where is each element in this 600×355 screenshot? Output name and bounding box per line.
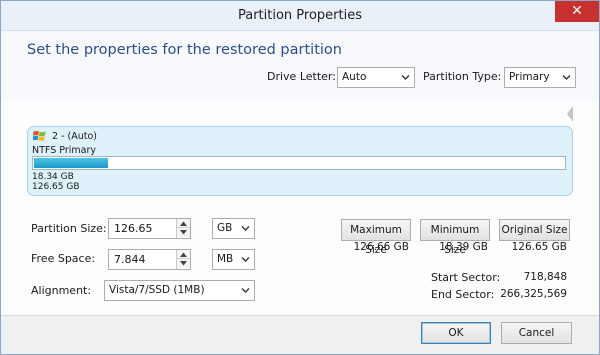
partition-size-unit-select[interactable]: GB	[212, 218, 255, 239]
arrow-down-icon	[180, 261, 187, 266]
chevron-down-icon	[401, 75, 410, 80]
end-sector-label: End Sector:	[431, 288, 495, 301]
partition-size-stepper[interactable]	[176, 219, 190, 238]
increment-button[interactable]	[177, 250, 190, 259]
chevron-down-icon	[562, 75, 571, 80]
usage-bar	[32, 156, 566, 170]
free-space-stepper[interactable]	[176, 250, 190, 269]
usage-bar-fill	[34, 158, 108, 168]
page-heading: Set the properties for the restored part…	[27, 42, 342, 58]
partition-size-unit: GB	[217, 222, 233, 234]
partition-type-label: Partition Type:	[423, 70, 502, 83]
chevron-down-icon	[241, 288, 250, 293]
used-size: 18.34 GB	[32, 172, 74, 182]
arrow-up-icon	[180, 221, 187, 226]
partition-properties-dialog: Partition Properties ✕ Set the propertie…	[0, 0, 600, 355]
cancel-button[interactable]: Cancel	[501, 322, 572, 344]
arrow-down-icon	[180, 230, 187, 235]
title-bar[interactable]: Partition Properties ✕	[1, 1, 599, 31]
partition-type-value: Primary	[509, 71, 550, 83]
free-space-value: 7.844	[114, 253, 146, 266]
total-size: 126.65 GB	[32, 182, 80, 192]
minimum-size-button[interactable]: Minimum Size	[420, 219, 490, 256]
free-space-label: Free Space:	[31, 252, 96, 265]
alignment-select[interactable]: Vista/7/SSD (1MB)	[104, 280, 255, 301]
chevron-down-icon	[241, 257, 250, 262]
minimum-size-value: 18.39 GB	[439, 241, 488, 253]
alignment-value: Vista/7/SSD (1MB)	[109, 284, 205, 296]
arrow-up-icon	[180, 252, 187, 257]
maximum-size-value: 126.66 GB	[353, 241, 409, 253]
free-space-field[interactable]: 7.844	[108, 249, 191, 270]
partition-title: 2 - (Auto)	[33, 130, 97, 142]
ok-button[interactable]: OK	[421, 322, 491, 344]
maximum-size-button[interactable]: Maximum Size	[341, 219, 411, 256]
drive-letter-value: Auto	[342, 71, 367, 83]
decrement-button[interactable]	[177, 259, 190, 268]
free-space-unit: MB	[217, 253, 234, 265]
original-size-button[interactable]: Original Size	[499, 219, 570, 241]
start-sector-value: 718,848	[523, 271, 567, 283]
partition-card[interactable]: 2 - (Auto) NTFS Primary 18.34 GB 126.65 …	[27, 126, 573, 196]
drive-letter-label: Drive Letter:	[267, 70, 336, 83]
window-title: Partition Properties	[237, 8, 362, 23]
partition-size-label: Partition Size:	[31, 222, 107, 235]
partition-size-field[interactable]: 126.65	[108, 218, 191, 239]
alignment-label: Alignment:	[31, 284, 92, 297]
partition-type-select[interactable]: Primary	[504, 67, 576, 88]
header-area: Set the properties for the restored part…	[1, 31, 599, 101]
partition-fs-type: NTFS Primary	[32, 145, 96, 156]
drive-letter-select[interactable]: Auto	[337, 67, 415, 88]
decrement-button[interactable]	[177, 228, 190, 237]
start-sector-label: Start Sector:	[431, 271, 501, 284]
end-sector-value: 266,325,569	[500, 288, 567, 300]
close-button[interactable]: ✕	[555, 1, 599, 22]
partition-name: 2 - (Auto)	[52, 131, 98, 142]
free-space-unit-select[interactable]: MB	[212, 249, 255, 270]
chevron-down-icon	[241, 226, 250, 231]
dialog-footer: OK Cancel	[1, 315, 599, 354]
windows-logo-icon	[33, 131, 46, 141]
scroll-left-icon[interactable]	[565, 105, 575, 123]
partition-size-value: 126.65	[114, 222, 153, 235]
original-size-value: 126.65 GB	[511, 241, 567, 253]
increment-button[interactable]	[177, 219, 190, 228]
